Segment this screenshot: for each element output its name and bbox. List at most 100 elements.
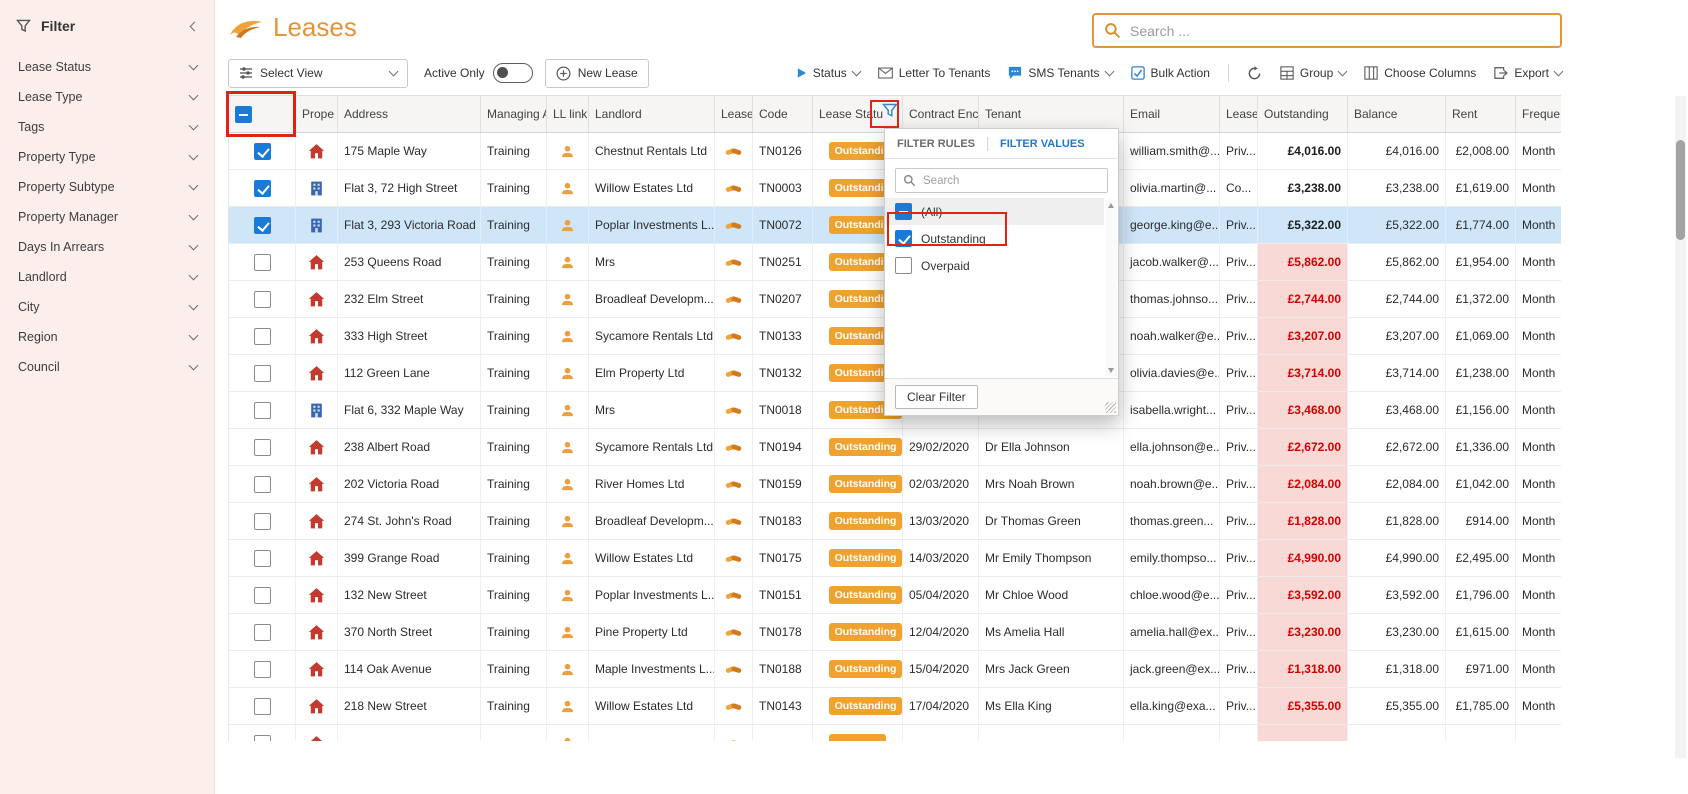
scrollbar-thumb[interactable] <box>1676 140 1685 240</box>
sidebar-item[interactable]: Property Manager <box>0 202 214 232</box>
filter-option[interactable]: Overpaid <box>885 252 1104 279</box>
sidebar-item[interactable]: Days In Arrears <box>0 232 214 262</box>
sidebar-item[interactable]: Property Type <box>0 142 214 172</box>
letter-to-tenants-button[interactable]: Letter To Tenants <box>877 66 990 80</box>
select-all-checkbox[interactable] <box>235 105 252 123</box>
col-lease[interactable]: Lease <box>715 96 753 132</box>
col-rent[interactable]: Rent <box>1446 96 1516 132</box>
group-dropdown[interactable]: Group <box>1280 66 1348 80</box>
filter-option[interactable]: (All) <box>885 198 1104 225</box>
lease-status-filter-icon[interactable] <box>882 103 898 121</box>
option-checkbox[interactable] <box>895 257 912 274</box>
lease-link-cell[interactable] <box>715 725 753 741</box>
landlord-link-cell[interactable] <box>547 725 589 741</box>
row-checkbox[interactable] <box>229 392 296 428</box>
row-checkbox[interactable] <box>229 466 296 502</box>
sidebar-item[interactable]: Lease Status <box>0 52 214 82</box>
sidebar-item[interactable]: Lease Type <box>0 82 214 112</box>
landlord-link-cell[interactable] <box>547 540 589 576</box>
landlord-link-cell[interactable] <box>547 281 589 317</box>
col-contract-end[interactable]: Contract Enc <box>903 96 979 132</box>
col-frequency[interactable]: Freque <box>1516 96 1561 132</box>
popup-scrollbar[interactable] <box>1105 200 1117 376</box>
landlord-link-cell[interactable] <box>547 688 589 724</box>
landlord-link-cell[interactable] <box>547 503 589 539</box>
choose-columns-button[interactable]: Choose Columns <box>1364 66 1476 80</box>
row-checkbox[interactable] <box>229 577 296 613</box>
table-row[interactable]: 132 New Street Training Poplar Investmen… <box>229 577 1561 614</box>
sidebar-item[interactable]: Property Subtype <box>0 172 214 202</box>
tab-filter-rules[interactable]: FILTER RULES <box>885 138 987 150</box>
lease-link-cell[interactable] <box>715 207 753 243</box>
landlord-link-cell[interactable] <box>547 651 589 687</box>
lease-link-cell[interactable] <box>715 355 753 391</box>
col-property[interactable]: Prope <box>296 96 338 132</box>
row-checkbox[interactable] <box>229 133 296 169</box>
lease-link-cell[interactable] <box>715 244 753 280</box>
table-row[interactable]: 399 Grange Road Training Willow Estates … <box>229 540 1561 577</box>
landlord-link-cell[interactable] <box>547 244 589 280</box>
lease-link-cell[interactable] <box>715 133 753 169</box>
lease-link-cell[interactable] <box>715 281 753 317</box>
lease-link-cell[interactable] <box>715 540 753 576</box>
filter-search-input[interactable] <box>923 174 1100 187</box>
lease-link-cell[interactable] <box>715 392 753 428</box>
refresh-button[interactable] <box>1247 65 1262 81</box>
col-landlord[interactable]: Landlord <box>589 96 715 132</box>
row-checkbox[interactable] <box>229 503 296 539</box>
landlord-link-cell[interactable] <box>547 170 589 206</box>
landlord-link-cell[interactable] <box>547 577 589 613</box>
lease-link-cell[interactable] <box>715 651 753 687</box>
export-dropdown[interactable]: Export <box>1494 66 1564 80</box>
row-checkbox[interactable] <box>229 318 296 354</box>
sidebar-collapse-icon[interactable] <box>189 21 200 31</box>
col-lease-type[interactable]: Lease <box>1220 96 1258 132</box>
landlord-link-cell[interactable] <box>547 207 589 243</box>
landlord-link-cell[interactable] <box>547 466 589 502</box>
table-row[interactable]: 218 New Street Training Willow Estates L… <box>229 688 1561 725</box>
col-ll-link[interactable]: LL link <box>547 96 589 132</box>
lease-link-cell[interactable] <box>715 429 753 465</box>
option-checkbox[interactable] <box>895 203 912 220</box>
active-only-toggle[interactable] <box>492 63 533 83</box>
status-dropdown[interactable]: Status <box>796 66 862 80</box>
col-address[interactable]: Address <box>338 96 481 132</box>
bulk-action-button[interactable]: Bulk Action <box>1130 66 1210 80</box>
table-row[interactable]: 114 Oak Avenue Training Maple Investment… <box>229 651 1561 688</box>
lease-link-cell[interactable] <box>715 503 753 539</box>
landlord-link-cell[interactable] <box>547 355 589 391</box>
scroll-down-icon[interactable] <box>1108 368 1114 373</box>
clear-filter-button[interactable]: Clear Filter <box>895 385 978 409</box>
row-checkbox[interactable] <box>229 725 296 741</box>
lease-link-cell[interactable] <box>715 688 753 724</box>
lease-link-cell[interactable] <box>715 318 753 354</box>
landlord-link-cell[interactable] <box>547 429 589 465</box>
row-checkbox[interactable] <box>229 281 296 317</box>
resize-grip[interactable] <box>1105 402 1116 413</box>
table-row[interactable] <box>229 725 1561 741</box>
row-checkbox[interactable] <box>229 688 296 724</box>
row-checkbox[interactable] <box>229 244 296 280</box>
row-checkbox[interactable] <box>229 207 296 243</box>
sms-tenants-dropdown[interactable]: SMS Tenants <box>1008 66 1114 80</box>
option-checkbox[interactable] <box>895 230 912 247</box>
col-outstanding[interactable]: Outstanding <box>1258 96 1348 132</box>
sidebar-item[interactable]: Landlord <box>0 262 214 292</box>
table-row[interactable]: 274 St. John's Road Training Broadleaf D… <box>229 503 1561 540</box>
col-balance[interactable]: Balance <box>1348 96 1446 132</box>
row-checkbox[interactable] <box>229 170 296 206</box>
select-view-dropdown[interactable]: Select View <box>228 58 408 88</box>
landlord-link-cell[interactable] <box>547 392 589 428</box>
new-lease-button[interactable]: New Lease <box>544 58 649 88</box>
scroll-up-icon[interactable] <box>1108 203 1114 208</box>
col-tenant[interactable]: Tenant <box>979 96 1124 132</box>
lease-link-cell[interactable] <box>715 577 753 613</box>
col-lease-status[interactable]: Lease Statu <box>813 96 903 132</box>
tab-filter-values[interactable]: FILTER VALUES <box>988 138 1097 150</box>
landlord-link-cell[interactable] <box>547 318 589 354</box>
table-row[interactable]: 370 North Street Training Pine Property … <box>229 614 1561 651</box>
row-checkbox[interactable] <box>229 651 296 687</box>
col-email[interactable]: Email <box>1124 96 1220 132</box>
row-checkbox[interactable] <box>229 614 296 650</box>
sidebar-item[interactable]: Region <box>0 322 214 352</box>
